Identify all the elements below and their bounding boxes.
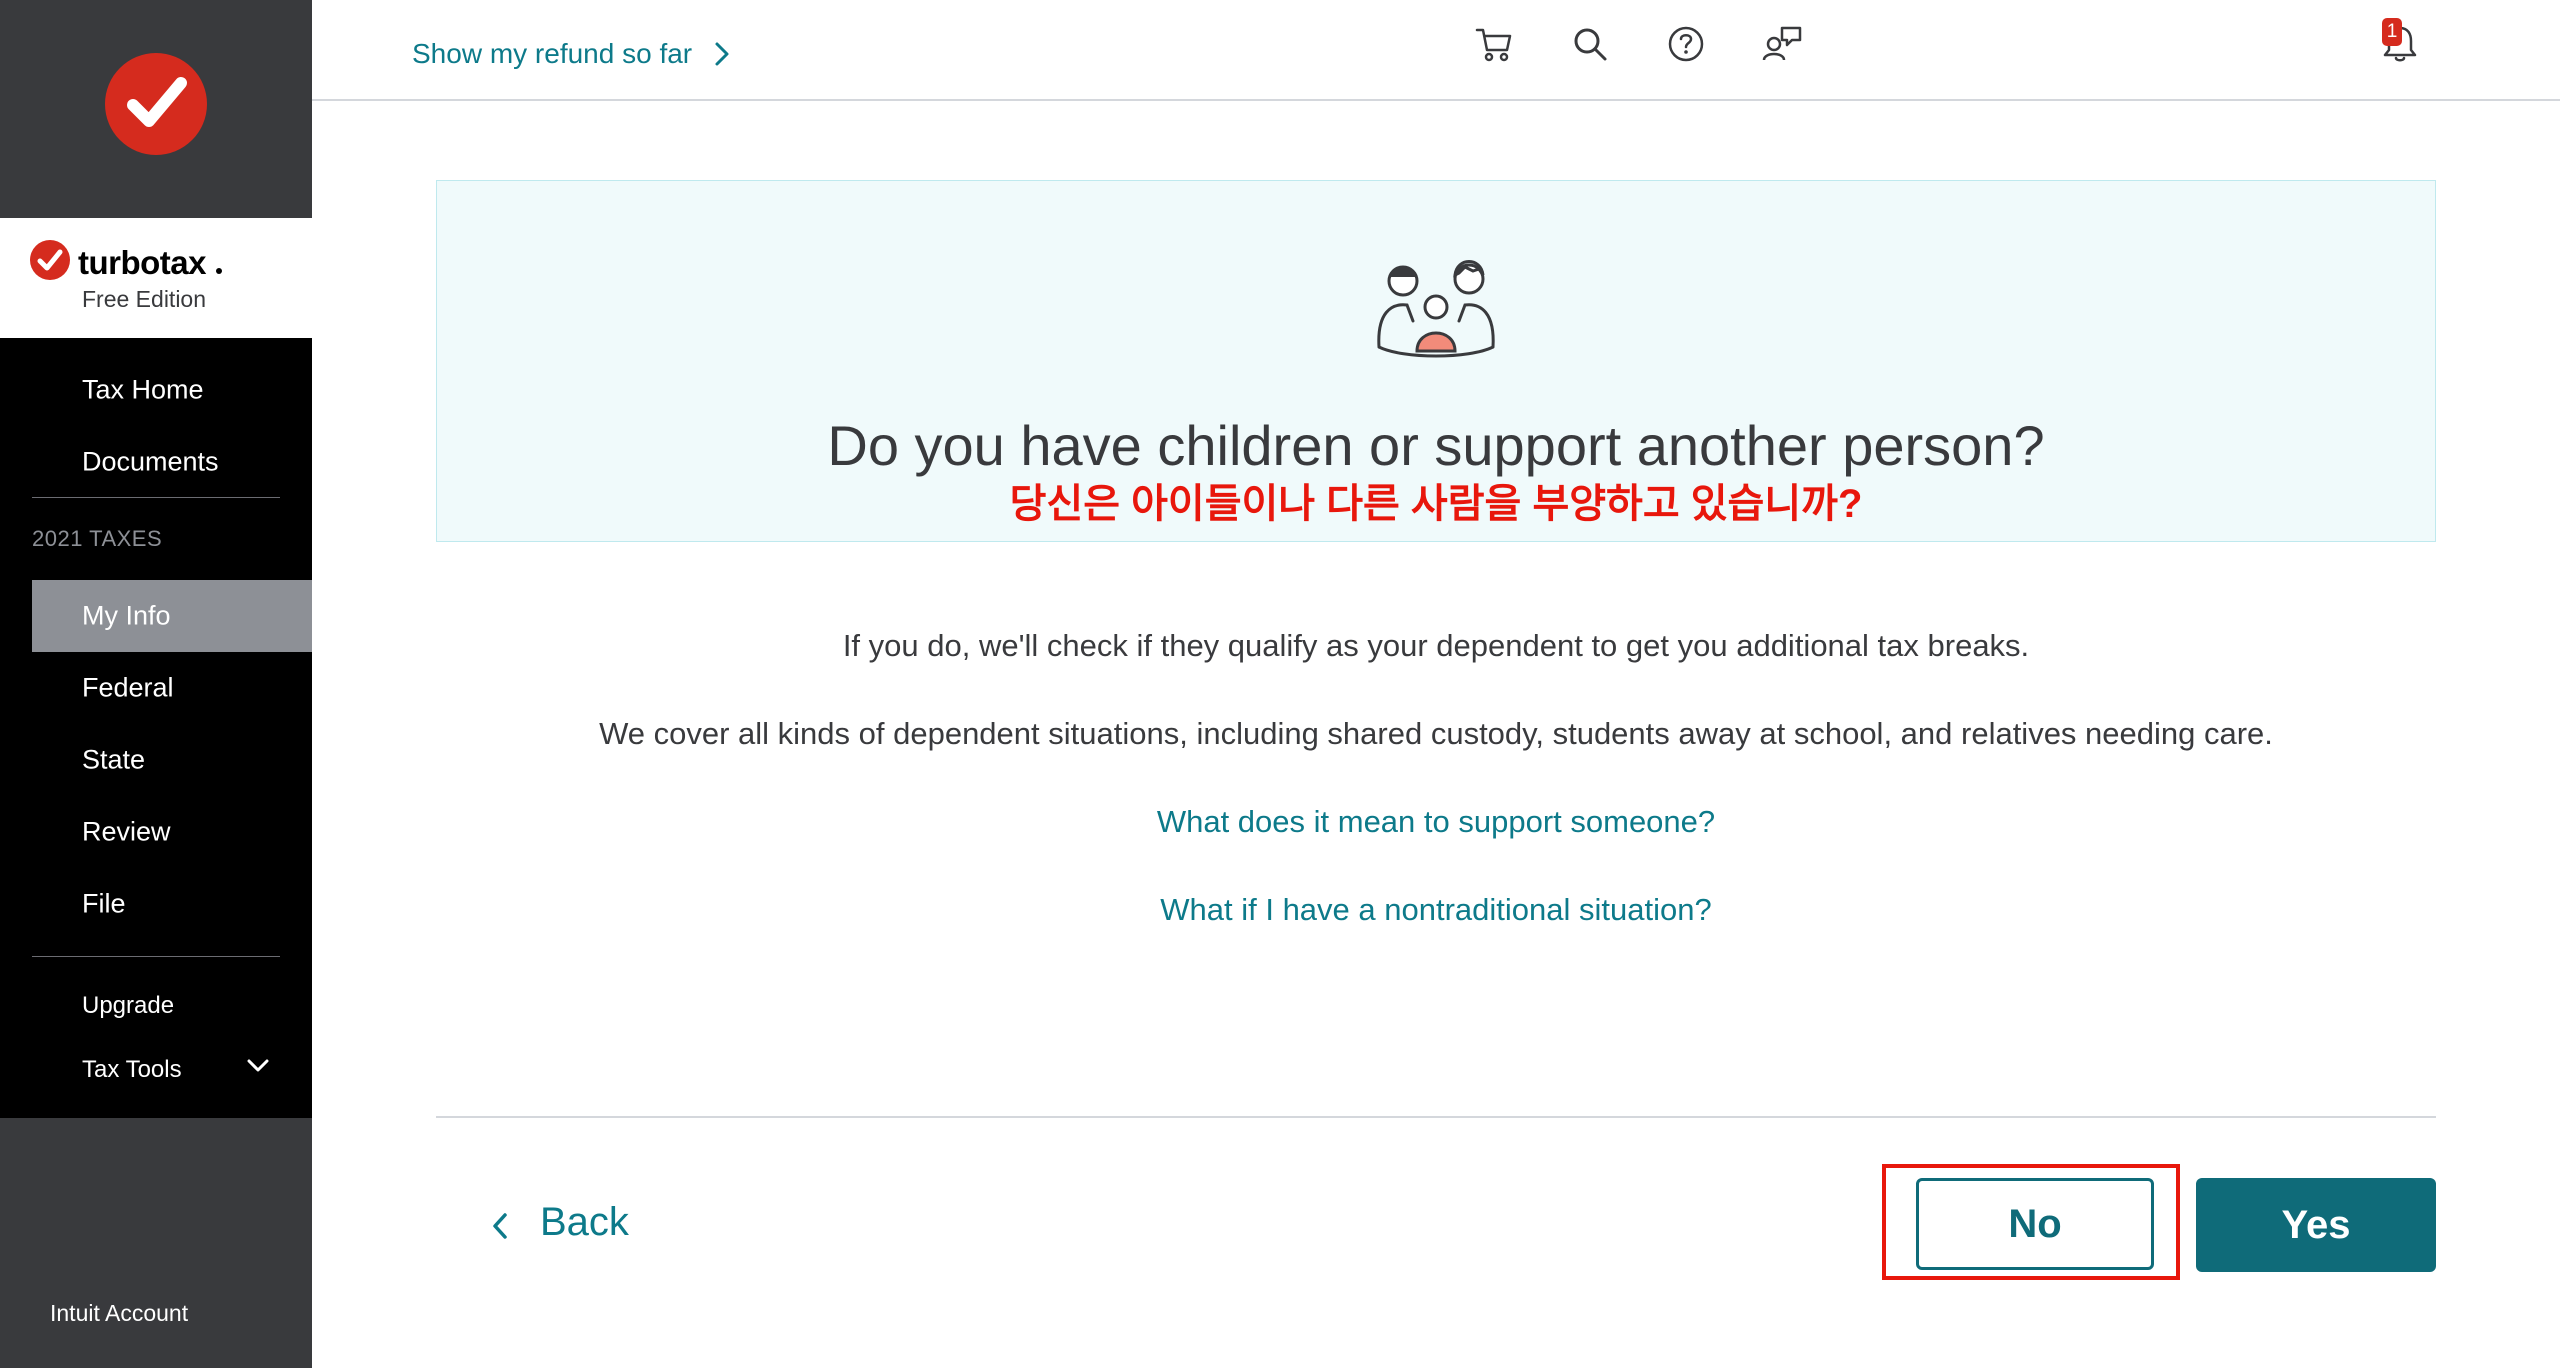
sidebar-item-label: Federal xyxy=(82,672,174,703)
sidebar-divider xyxy=(32,497,280,498)
turbotax-logo-icon[interactable] xyxy=(105,53,207,155)
notification-badge: 1 xyxy=(2382,18,2402,46)
footer-divider xyxy=(436,1116,2436,1118)
chevron-right-icon[interactable] xyxy=(712,40,732,68)
chat-icon[interactable] xyxy=(1760,22,1804,66)
sidebar-item-label: Review xyxy=(82,816,171,847)
question-card: Do you have children or support another … xyxy=(436,180,2436,542)
question-title: Do you have children or support another … xyxy=(827,414,2045,477)
sidebar-item-tax-home[interactable]: Tax Home xyxy=(0,354,312,426)
sidebar-section-title: 2021 TAXES xyxy=(32,526,163,551)
sidebar-item-my-info[interactable]: My Info xyxy=(32,580,312,652)
search-icon[interactable] xyxy=(1568,22,1612,66)
yes-button[interactable]: Yes xyxy=(2196,1178,2436,1272)
back-label: Back xyxy=(540,1200,629,1244)
sidebar-divider xyxy=(32,956,280,957)
help-icon[interactable] xyxy=(1664,22,1708,66)
brand-name: turbotax xyxy=(78,244,207,281)
sidebar-item-label: Tax Home xyxy=(82,374,204,405)
show-refund-link[interactable]: Show my refund so far xyxy=(412,38,692,70)
top-header: Show my refund so far 1 xyxy=(312,0,2560,101)
sidebar-item-label: File xyxy=(82,888,126,919)
sidebar-item-label: My Info xyxy=(82,600,171,631)
sidebar-item-upgrade[interactable]: Upgrade xyxy=(0,970,312,1042)
sidebar-item-label: Tax Tools xyxy=(82,1056,182,1083)
sidebar-item-federal[interactable]: Federal xyxy=(0,652,312,724)
sidebar-logo-area xyxy=(0,0,312,218)
body-text-2: We cover all kinds of dependent situatio… xyxy=(599,716,2273,751)
sidebar-bottom xyxy=(0,1118,312,1368)
chevron-down-icon[interactable] xyxy=(246,1054,270,1078)
brand-edition: Free Edition xyxy=(82,286,207,312)
chevron-left-icon xyxy=(493,1213,507,1239)
intuit-account-link[interactable]: Intuit Account xyxy=(50,1300,188,1327)
sidebar: turbotax Free Edition Tax Home Documents… xyxy=(0,0,312,1368)
cart-icon[interactable] xyxy=(1472,22,1516,66)
brand-block: turbotax Free Edition xyxy=(0,218,312,338)
question-translation: 당신은 아이들이나 다른 사람을 부양하고 있습니까? xyxy=(1009,482,1863,526)
sidebar-item-documents[interactable]: Documents xyxy=(0,426,312,498)
no-button[interactable]: No xyxy=(1916,1178,2154,1270)
nontraditional-situation-link[interactable]: What if I have a nontraditional situatio… xyxy=(436,892,2436,928)
body-text-1: If you do, we'll check if they qualify a… xyxy=(842,628,2030,663)
sidebar-item-label: State xyxy=(82,744,146,775)
sidebar-item-file[interactable]: File xyxy=(0,868,312,940)
sidebar-item-state[interactable]: State xyxy=(0,724,312,796)
sidebar-item-review[interactable]: Review xyxy=(0,796,312,868)
turbotax-check-icon xyxy=(30,240,70,280)
brand-dot xyxy=(216,268,222,274)
sidebar-item-label: Documents xyxy=(82,446,219,477)
family-icon xyxy=(1377,260,1495,358)
sidebar-item-label: Upgrade xyxy=(82,992,175,1019)
support-someone-link[interactable]: What does it mean to support someone? xyxy=(436,804,2436,840)
